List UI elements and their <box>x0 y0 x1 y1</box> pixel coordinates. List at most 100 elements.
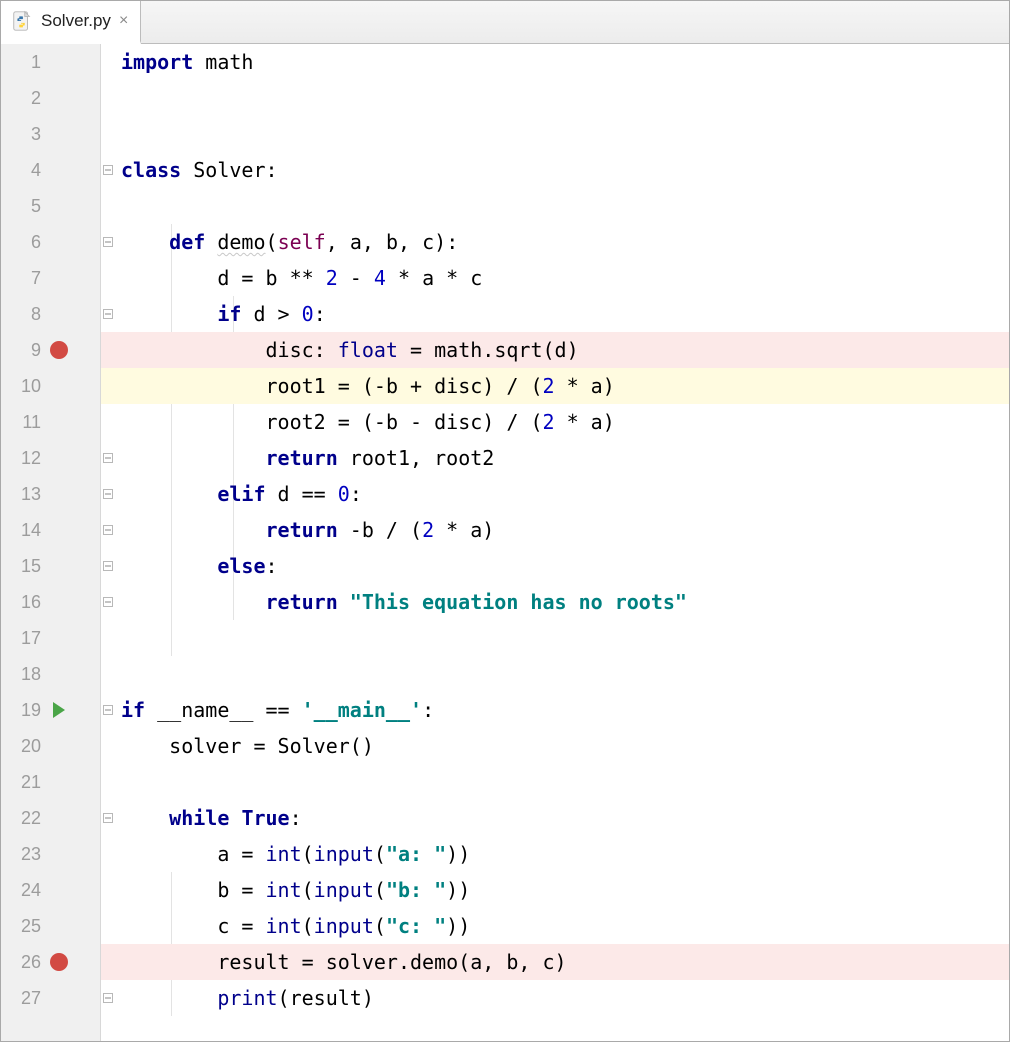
code-text[interactable]: result = solver.demo(a, b, c) <box>115 944 567 980</box>
line-number: 2 <box>9 88 41 109</box>
code-text[interactable] <box>115 656 121 692</box>
code-text[interactable]: if __name__ == '__main__': <box>115 692 434 728</box>
code-text[interactable]: root1 = (-b + disc) / (2 * a) <box>115 368 615 404</box>
gutter[interactable]: 1234567891011121314151617181920212223242… <box>1 44 101 1041</box>
code-text[interactable]: else: <box>115 548 278 584</box>
code-line[interactable]: solver = Solver() <box>101 728 1009 764</box>
line-number: 23 <box>9 844 41 865</box>
code-line[interactable]: c = int(input("c: ")) <box>101 908 1009 944</box>
gutter-row[interactable]: 1 <box>1 44 100 80</box>
code-line[interactable]: if d > 0: <box>101 296 1009 332</box>
gutter-row[interactable]: 17 <box>1 620 100 656</box>
code-text[interactable] <box>115 80 121 116</box>
code-editor[interactable]: 1234567891011121314151617181920212223242… <box>1 44 1009 1041</box>
gutter-row[interactable]: 21 <box>1 764 100 800</box>
code-line[interactable]: class Solver: <box>101 152 1009 188</box>
code-text[interactable]: disc: float = math.sqrt(d) <box>115 332 579 368</box>
code-text[interactable] <box>115 620 121 656</box>
code-text[interactable]: c = int(input("c: ")) <box>115 908 470 944</box>
gutter-row[interactable]: 22 <box>1 800 100 836</box>
gutter-row[interactable]: 5 <box>1 188 100 224</box>
code-text[interactable] <box>115 188 121 224</box>
code-line[interactable]: result = solver.demo(a, b, c) <box>101 944 1009 980</box>
code-line[interactable]: a = int(input("a: ")) <box>101 836 1009 872</box>
code-line[interactable] <box>101 116 1009 152</box>
code-text[interactable]: import math <box>115 44 253 80</box>
code-line[interactable]: return root1, root2 <box>101 440 1009 476</box>
code-line[interactable]: if __name__ == '__main__': <box>101 692 1009 728</box>
gutter-row[interactable]: 2 <box>1 80 100 116</box>
gutter-row[interactable]: 16 <box>1 584 100 620</box>
fold-toggle-icon[interactable] <box>101 561 115 571</box>
code-text[interactable]: if d > 0: <box>115 296 326 332</box>
code-line[interactable]: disc: float = math.sqrt(d) <box>101 332 1009 368</box>
gutter-row[interactable]: 3 <box>1 116 100 152</box>
gutter-row[interactable]: 26 <box>1 944 100 980</box>
gutter-row[interactable]: 12 <box>1 440 100 476</box>
gutter-row[interactable]: 13 <box>1 476 100 512</box>
gutter-row[interactable]: 27 <box>1 980 100 1016</box>
code-line[interactable]: root1 = (-b + disc) / (2 * a) <box>101 368 1009 404</box>
code-line[interactable] <box>101 620 1009 656</box>
fold-toggle-icon[interactable] <box>101 165 115 175</box>
breakpoint-icon[interactable] <box>47 341 71 359</box>
close-tab-icon[interactable]: × <box>119 12 128 30</box>
line-number: 5 <box>9 196 41 217</box>
code-line[interactable] <box>101 656 1009 692</box>
code-line[interactable]: while True: <box>101 800 1009 836</box>
gutter-row[interactable]: 11 <box>1 404 100 440</box>
gutter-row[interactable]: 25 <box>1 908 100 944</box>
code-text[interactable]: def demo(self, a, b, c): <box>115 224 458 260</box>
fold-toggle-icon[interactable] <box>101 309 115 319</box>
code-text[interactable]: class Solver: <box>115 152 278 188</box>
gutter-row[interactable]: 10 <box>1 368 100 404</box>
code-line[interactable]: b = int(input("b: ")) <box>101 872 1009 908</box>
gutter-row[interactable]: 7 <box>1 260 100 296</box>
gutter-row[interactable]: 24 <box>1 872 100 908</box>
gutter-row[interactable]: 9 <box>1 332 100 368</box>
code-line[interactable]: else: <box>101 548 1009 584</box>
gutter-row[interactable]: 18 <box>1 656 100 692</box>
code-line[interactable] <box>101 188 1009 224</box>
code-line[interactable]: return -b / (2 * a) <box>101 512 1009 548</box>
gutter-row[interactable]: 8 <box>1 296 100 332</box>
code-line[interactable] <box>101 764 1009 800</box>
fold-toggle-icon[interactable] <box>101 813 115 823</box>
code-text[interactable]: d = b ** 2 - 4 * a * c <box>115 260 482 296</box>
code-text[interactable]: print(result) <box>115 980 374 1016</box>
code-text[interactable]: a = int(input("a: ")) <box>115 836 470 872</box>
code-text[interactable]: root2 = (-b - disc) / (2 * a) <box>115 404 615 440</box>
code-line[interactable]: root2 = (-b - disc) / (2 * a) <box>101 404 1009 440</box>
gutter-row[interactable]: 19 <box>1 692 100 728</box>
gutter-row[interactable]: 20 <box>1 728 100 764</box>
code-text[interactable]: while True: <box>115 800 302 836</box>
code-text[interactable]: elif d == 0: <box>115 476 362 512</box>
run-icon[interactable] <box>47 702 71 718</box>
breakpoint-icon[interactable] <box>47 953 71 971</box>
code-line[interactable]: print(result) <box>101 980 1009 1016</box>
line-number: 18 <box>9 664 41 685</box>
code-text[interactable] <box>115 764 121 800</box>
gutter-row[interactable]: 4 <box>1 152 100 188</box>
code-line[interactable] <box>101 80 1009 116</box>
code-line[interactable]: def demo(self, a, b, c): <box>101 224 1009 260</box>
gutter-row[interactable]: 6 <box>1 224 100 260</box>
fold-toggle-icon[interactable] <box>101 237 115 247</box>
code-text[interactable]: solver = Solver() <box>115 728 374 764</box>
gutter-row[interactable]: 23 <box>1 836 100 872</box>
fold-toggle-icon[interactable] <box>101 705 115 715</box>
code-line[interactable]: import math <box>101 44 1009 80</box>
code-line[interactable]: d = b ** 2 - 4 * a * c <box>101 260 1009 296</box>
fold-toggle-icon[interactable] <box>101 489 115 499</box>
code-text[interactable] <box>115 116 121 152</box>
code-line[interactable]: return "This equation has no roots" <box>101 584 1009 620</box>
code-area[interactable]: import math class Solver: def demo(self, … <box>101 44 1009 1041</box>
code-text[interactable]: b = int(input("b: ")) <box>115 872 470 908</box>
gutter-row[interactable]: 15 <box>1 548 100 584</box>
code-text[interactable]: return "This equation has no roots" <box>115 584 687 620</box>
code-text[interactable]: return root1, root2 <box>115 440 494 476</box>
code-text[interactable]: return -b / (2 * a) <box>115 512 494 548</box>
code-line[interactable]: elif d == 0: <box>101 476 1009 512</box>
gutter-row[interactable]: 14 <box>1 512 100 548</box>
file-tab[interactable]: Solver.py × <box>1 1 141 44</box>
